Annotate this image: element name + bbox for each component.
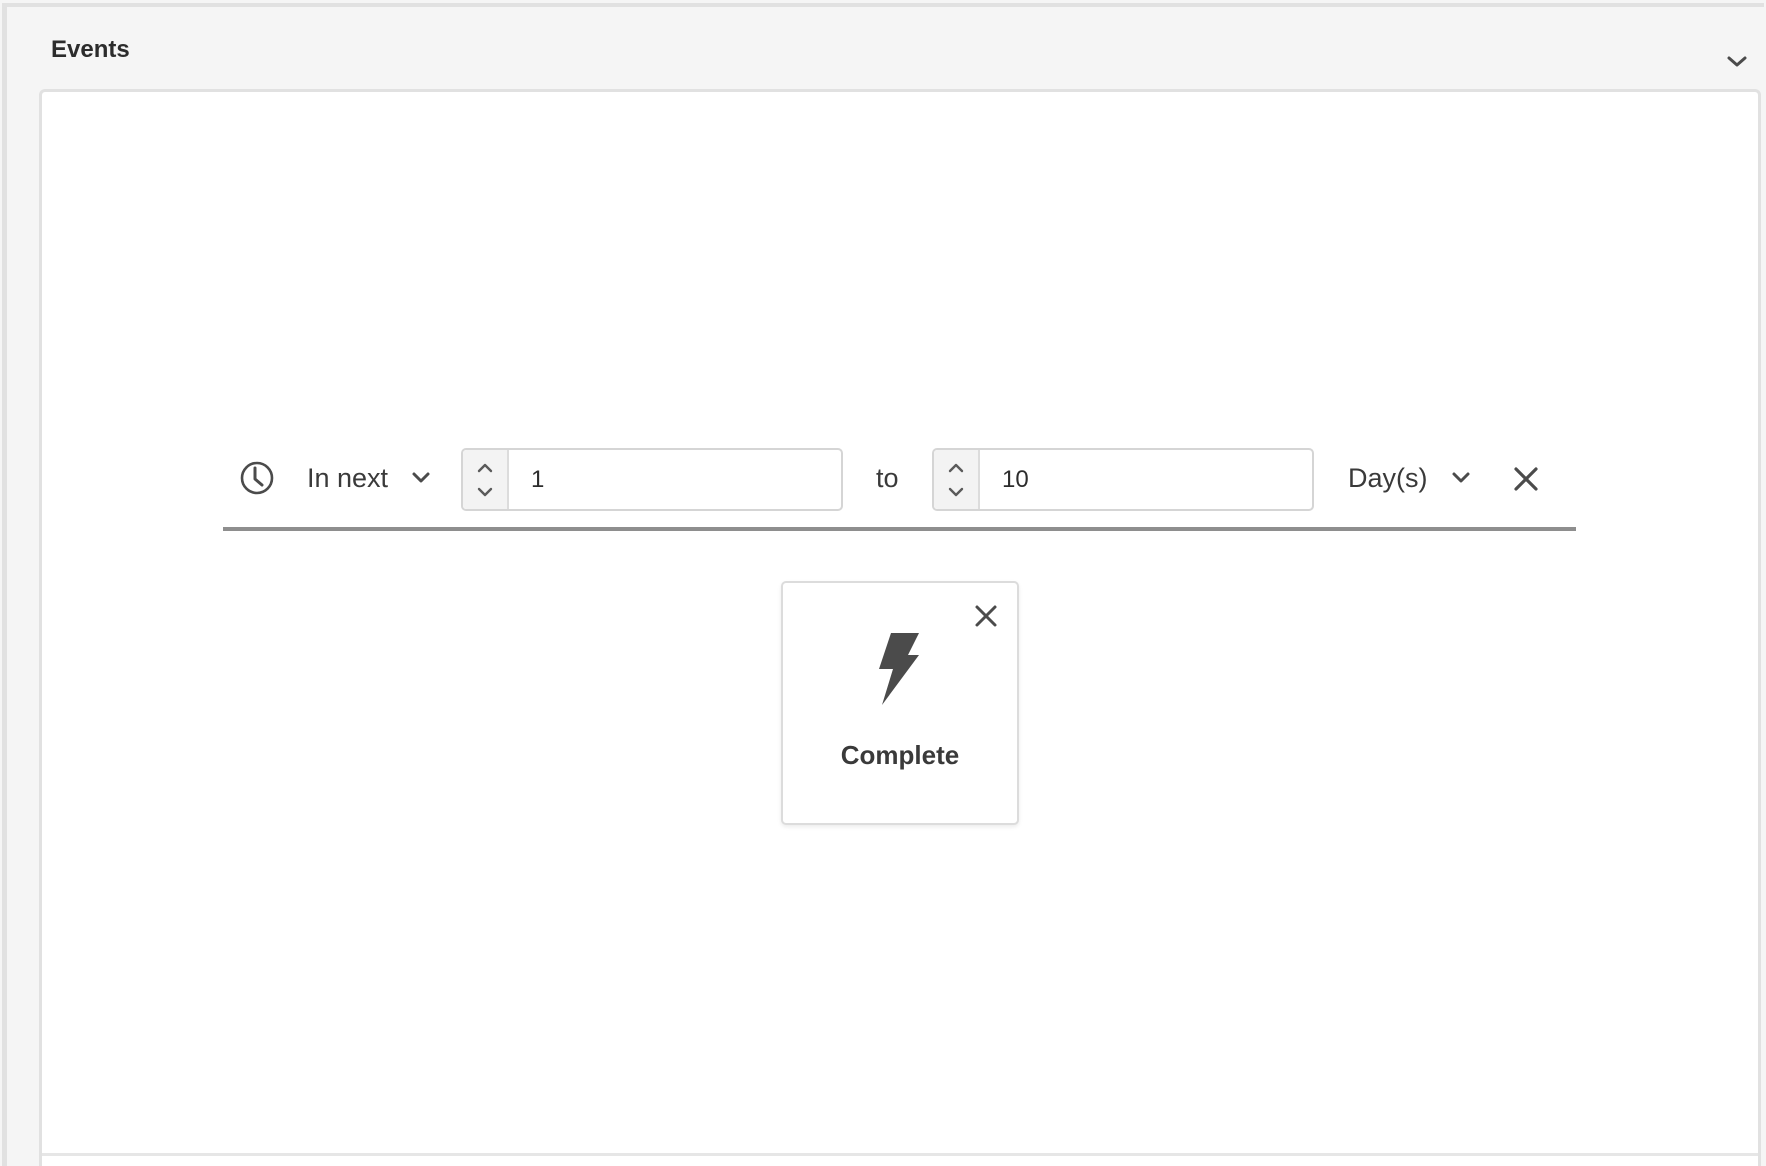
increment-button[interactable] xyxy=(945,459,967,477)
chevron-down-icon[interactable] xyxy=(1724,51,1750,71)
panel-title: Events xyxy=(51,36,130,63)
chevron-down-icon xyxy=(412,472,430,483)
event-card[interactable]: Complete xyxy=(781,581,1019,825)
when-dropdown-value: In next xyxy=(307,462,389,493)
time-constraint-row: In next to xyxy=(223,448,1576,531)
chevron-down-icon xyxy=(1452,472,1469,483)
chevron-up-icon xyxy=(948,463,964,472)
range-end-stepper xyxy=(932,448,1314,511)
increment-button[interactable] xyxy=(474,459,496,477)
lightning-bolt-icon xyxy=(875,633,921,705)
when-dropdown[interactable]: In next xyxy=(307,456,432,500)
range-end-input[interactable] xyxy=(980,450,1312,509)
event-card-label: Complete xyxy=(840,740,960,770)
chevron-down-icon xyxy=(948,487,964,496)
decrement-button[interactable] xyxy=(945,483,967,501)
range-start-input[interactable] xyxy=(509,450,841,509)
close-icon[interactable] xyxy=(1512,465,1540,493)
clock-icon xyxy=(240,461,274,495)
unit-dropdown[interactable]: Day(s) xyxy=(1348,456,1472,500)
stepper-buttons xyxy=(934,450,980,509)
chevron-up-icon xyxy=(477,463,493,472)
divider xyxy=(42,1153,1758,1156)
range-start-stepper xyxy=(461,448,843,511)
stepper-buttons xyxy=(463,450,509,509)
range-separator: to xyxy=(876,463,899,493)
unit-dropdown-value: Day(s) xyxy=(1348,462,1428,493)
close-icon[interactable] xyxy=(973,603,999,629)
decrement-button[interactable] xyxy=(474,483,496,501)
chevron-down-icon xyxy=(477,487,493,496)
